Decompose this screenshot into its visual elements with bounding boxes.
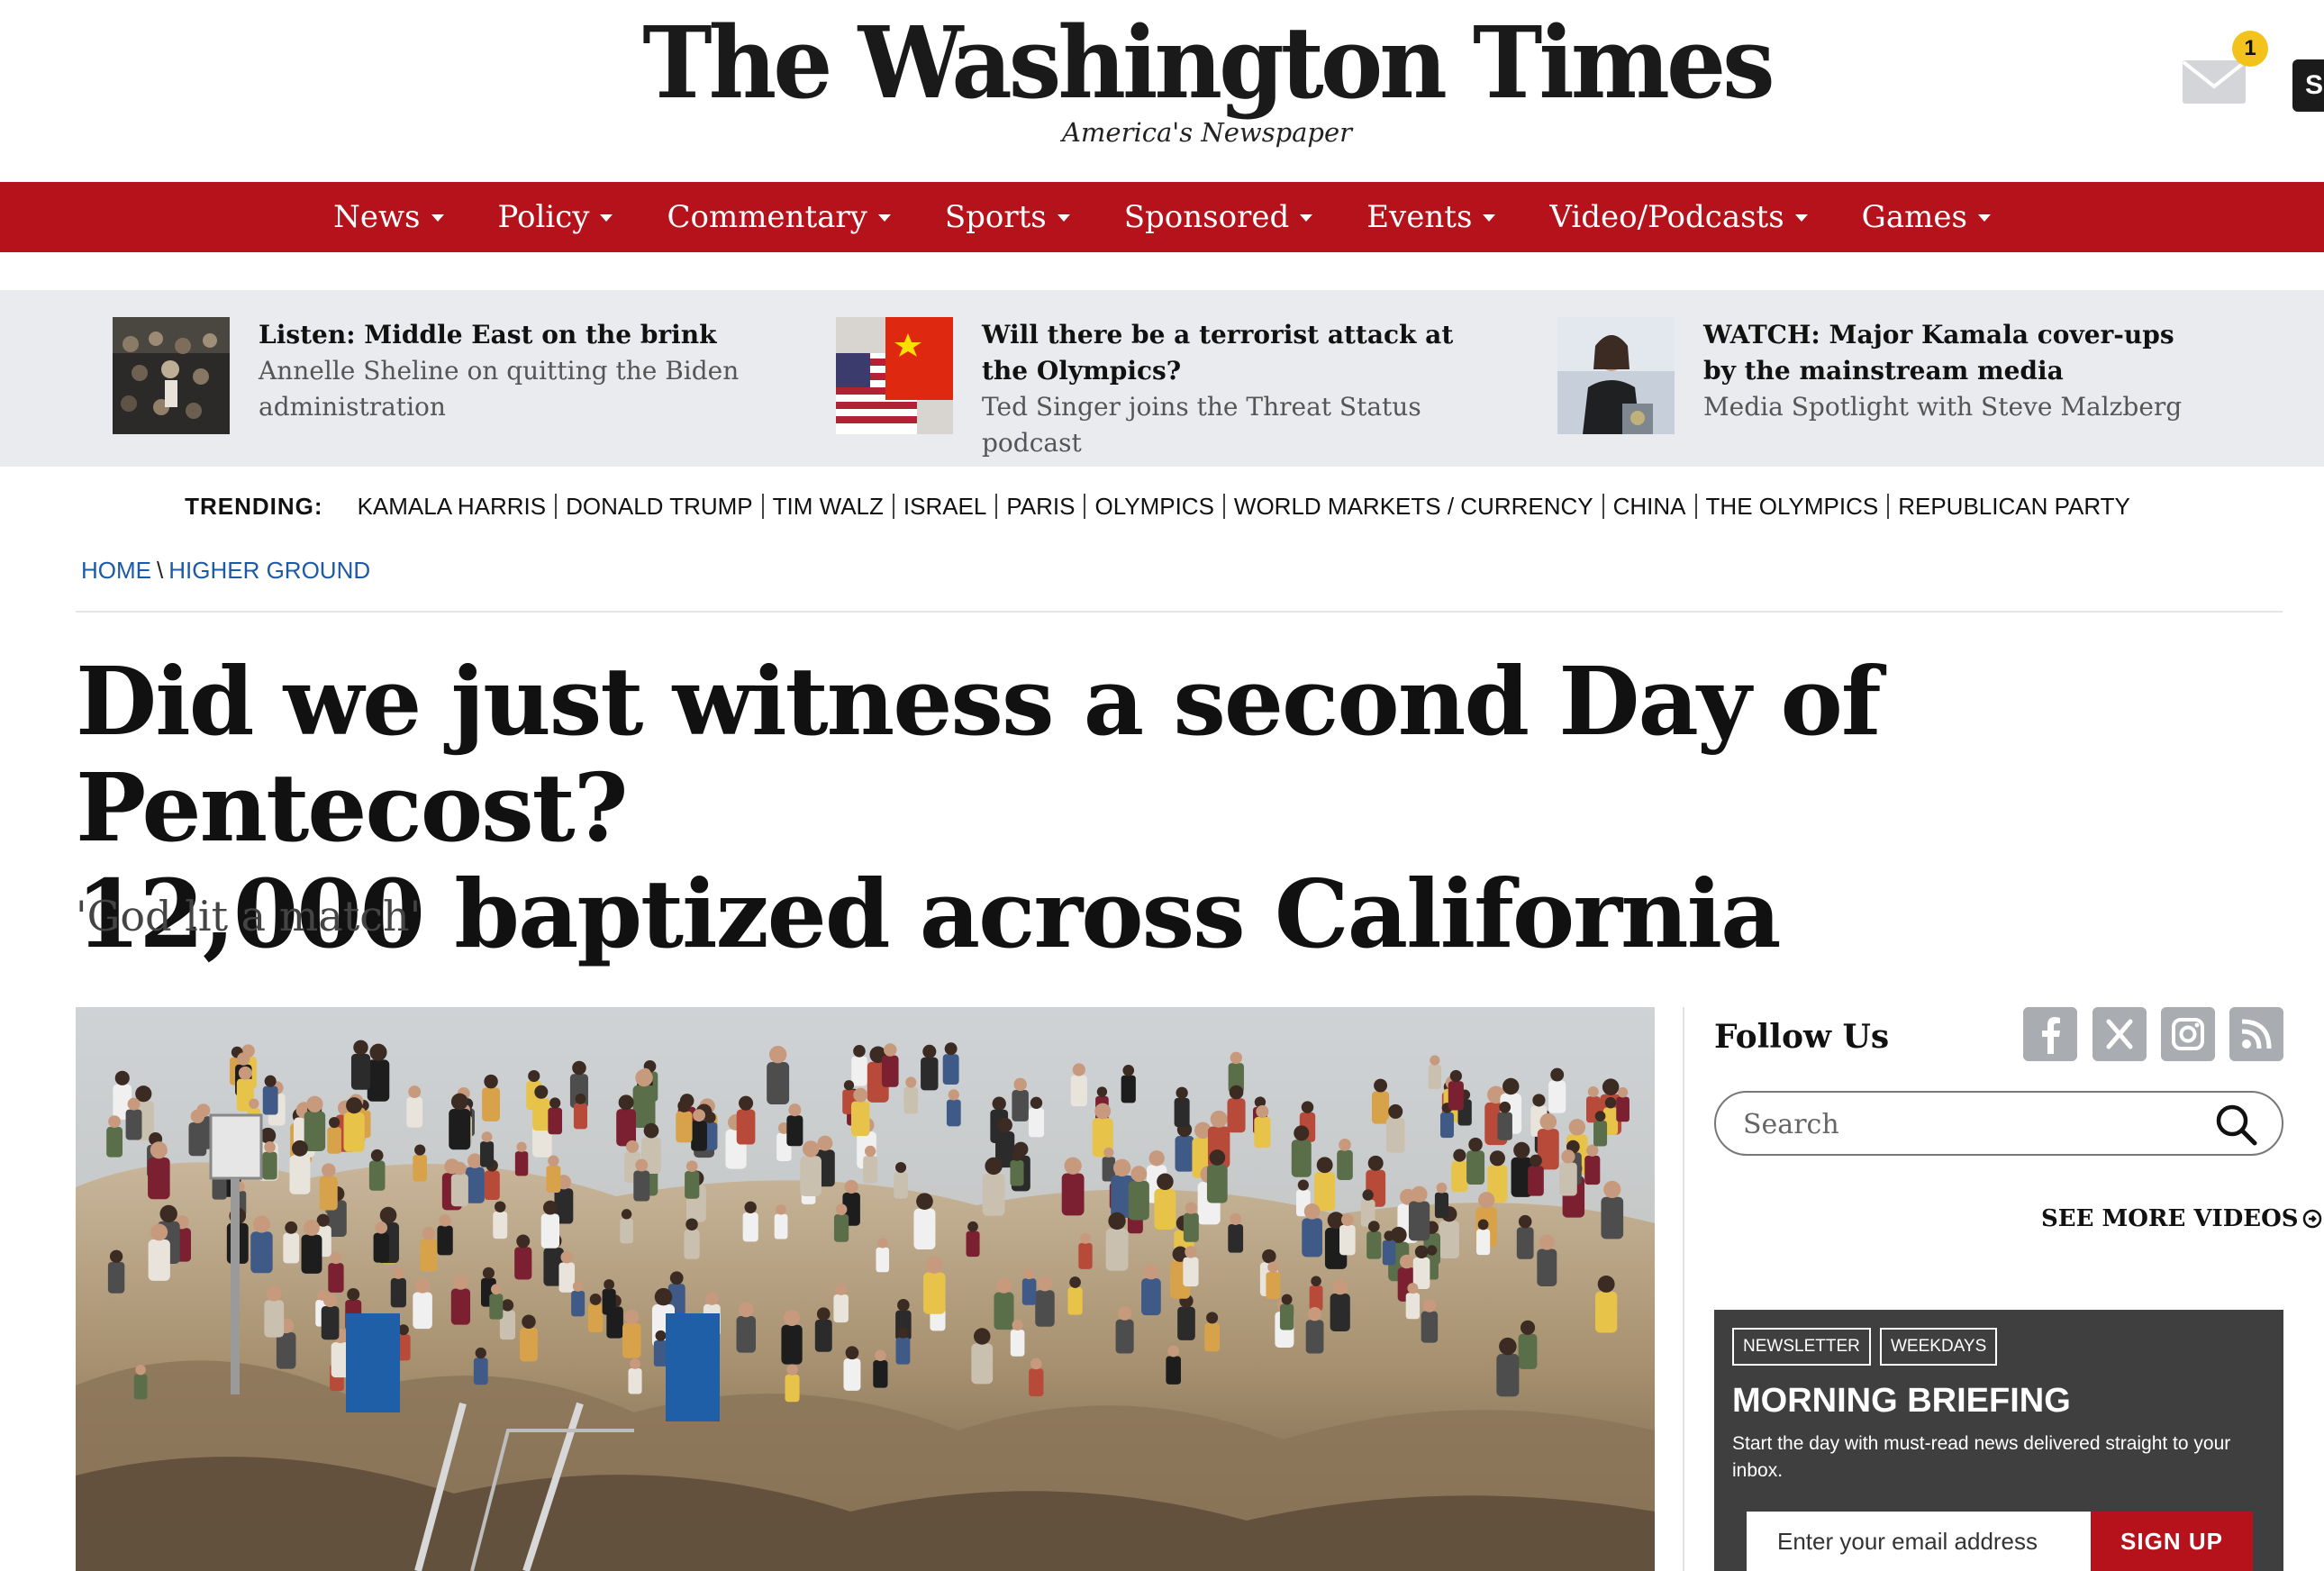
trending-link[interactable]: OLYMPICS (1084, 494, 1222, 519)
trending-link[interactable]: ISRAEL (892, 494, 996, 519)
caret-down-icon (1057, 214, 1070, 222)
breadcrumb: HOME \ HIGHER GROUND (81, 557, 370, 585)
site-logo[interactable]: The Washington Times (0, 5, 2324, 121)
caret-down-icon (600, 214, 613, 222)
x-icon[interactable] (2093, 1007, 2147, 1061)
nav-item-games[interactable]: Games (1862, 199, 1991, 235)
nav-item-news[interactable]: News (333, 199, 444, 235)
trending-bar: TRENDING: KAMALA HARRIS DONALD TRUMP TIM… (0, 486, 2324, 526)
promo-thumbnail (836, 317, 953, 434)
hero-image[interactable] (76, 1007, 1655, 1571)
promo-thumbnail (1557, 317, 1675, 434)
nav-item-label: Sports (944, 199, 1047, 235)
trending-link[interactable]: CHINA (1602, 494, 1695, 519)
promo-item-podcast[interactable]: Listen: Middle East on the brink Annelle… (113, 317, 763, 443)
nav-item-sports[interactable]: Sports (945, 199, 1070, 235)
nav-item-events[interactable]: Events (1366, 199, 1496, 235)
notification-badge: 1 (2232, 31, 2268, 67)
nav-item-commentary[interactable]: Commentary (667, 199, 891, 235)
search-box (1714, 1091, 2283, 1156)
promo-item-media-spotlight[interactable]: WATCH: Major Kamala cover-ups by the mai… (1557, 317, 2208, 443)
trending-link[interactable]: TIM WALZ (761, 494, 893, 519)
nav-item-label: Games (1861, 199, 1967, 235)
newsletter-description: Start the day with must-read news delive… (1732, 1433, 2231, 1481)
caret-down-icon (1483, 214, 1496, 222)
newsletter-signup: NEWSLETTER WEEKDAYS MORNING BRIEFING Sta… (1714, 1310, 2283, 1571)
promo-title[interactable]: Listen: Middle East on the brink (259, 317, 763, 353)
trending-link[interactable]: DONALD TRUMP (555, 494, 762, 519)
caret-down-icon (1300, 214, 1313, 222)
facebook-icon[interactable] (2023, 1007, 2077, 1061)
promo-thumbnail (113, 317, 230, 434)
mail-icon[interactable] (2182, 59, 2247, 104)
breadcrumb-section[interactable]: HIGHER GROUND (168, 557, 370, 584)
arrow-circle-icon (2302, 1209, 2321, 1229)
promo-title[interactable]: Will there be a terrorist attack at the … (982, 317, 1486, 389)
promo-subtitle: Ted Singer joins the Threat Status podca… (982, 392, 1421, 458)
masthead: The Washington Times America's Newspaper… (0, 0, 2324, 182)
column-divider (1683, 1007, 1684, 1571)
trending-link[interactable]: WORLD MARKETS / CURRENCY (1222, 494, 1602, 519)
rss-icon[interactable] (2229, 1007, 2283, 1061)
email-field[interactable] (1747, 1512, 2091, 1571)
breadcrumb-home[interactable]: HOME (81, 557, 151, 584)
trending-label: TRENDING: (185, 492, 323, 520)
caret-down-icon (877, 214, 891, 222)
nav-item-sponsored[interactable]: Sponsored (1123, 199, 1313, 235)
nav-item-label: Video/Podcasts (1549, 199, 1784, 235)
sign-up-button[interactable]: SIGN UP (2091, 1512, 2253, 1571)
newsletter-title: MORNING BRIEFING (1732, 1382, 2071, 1420)
promo-strip: Listen: Middle East on the brink Annelle… (0, 290, 2324, 467)
promo-item-olympics-threat[interactable]: Will there be a terrorist attack at the … (836, 317, 1486, 458)
caret-down-icon (431, 214, 444, 222)
search-icon[interactable] (2213, 1102, 2260, 1149)
trending-link[interactable]: PARIS (995, 494, 1084, 519)
caret-down-icon (1794, 214, 1808, 222)
caret-down-icon (1977, 214, 1991, 222)
nav-item-policy[interactable]: Policy (498, 199, 613, 235)
instagram-icon[interactable] (2161, 1007, 2215, 1061)
site-tagline: America's Newspaper (1061, 117, 1353, 148)
search-input[interactable] (1743, 1105, 2175, 1143)
breadcrumb-separator: \ (157, 557, 164, 584)
promo-subtitle: Media Spotlight with Steve Malzberg (1703, 392, 2183, 422)
nav-item-label: Commentary (667, 199, 867, 235)
frequency-tag: WEEKDAYS (1880, 1328, 1998, 1366)
trending-link[interactable]: KAMALA HARRIS (349, 494, 556, 519)
headline-line: Did we just witness a second Day of Pent… (76, 646, 1882, 863)
main-nav: News Policy Commentary Sports Sponsored … (0, 182, 2324, 252)
see-more-label: SEE MORE VIDEOS (2041, 1205, 2299, 1232)
promo-subtitle: Annelle Sheline on quitting the Biden ad… (259, 356, 740, 422)
nav-item-label: Policy (497, 199, 590, 235)
newsletter-tag: NEWSLETTER (1732, 1328, 1871, 1366)
divider (76, 611, 2283, 613)
article-dek: 'God lit a match' (76, 892, 422, 940)
nav-item-label: Sponsored (1123, 199, 1290, 235)
see-more-videos-link[interactable]: SEE MORE VIDEOS (2041, 1205, 2322, 1232)
trending-link[interactable]: THE OLYMPICS (1694, 494, 1888, 519)
promo-title[interactable]: WATCH: Major Kamala cover-ups by the mai… (1703, 317, 2208, 389)
trending-link[interactable]: REPUBLICAN PARTY (1887, 494, 2139, 519)
subscribe-button[interactable]: S (2292, 59, 2324, 112)
follow-us-label: Follow Us (1714, 1018, 1890, 1056)
nav-item-label: News (333, 199, 421, 235)
nav-item-label: Events (1366, 199, 1473, 235)
nav-item-video-podcasts[interactable]: Video/Podcasts (1549, 199, 1808, 235)
